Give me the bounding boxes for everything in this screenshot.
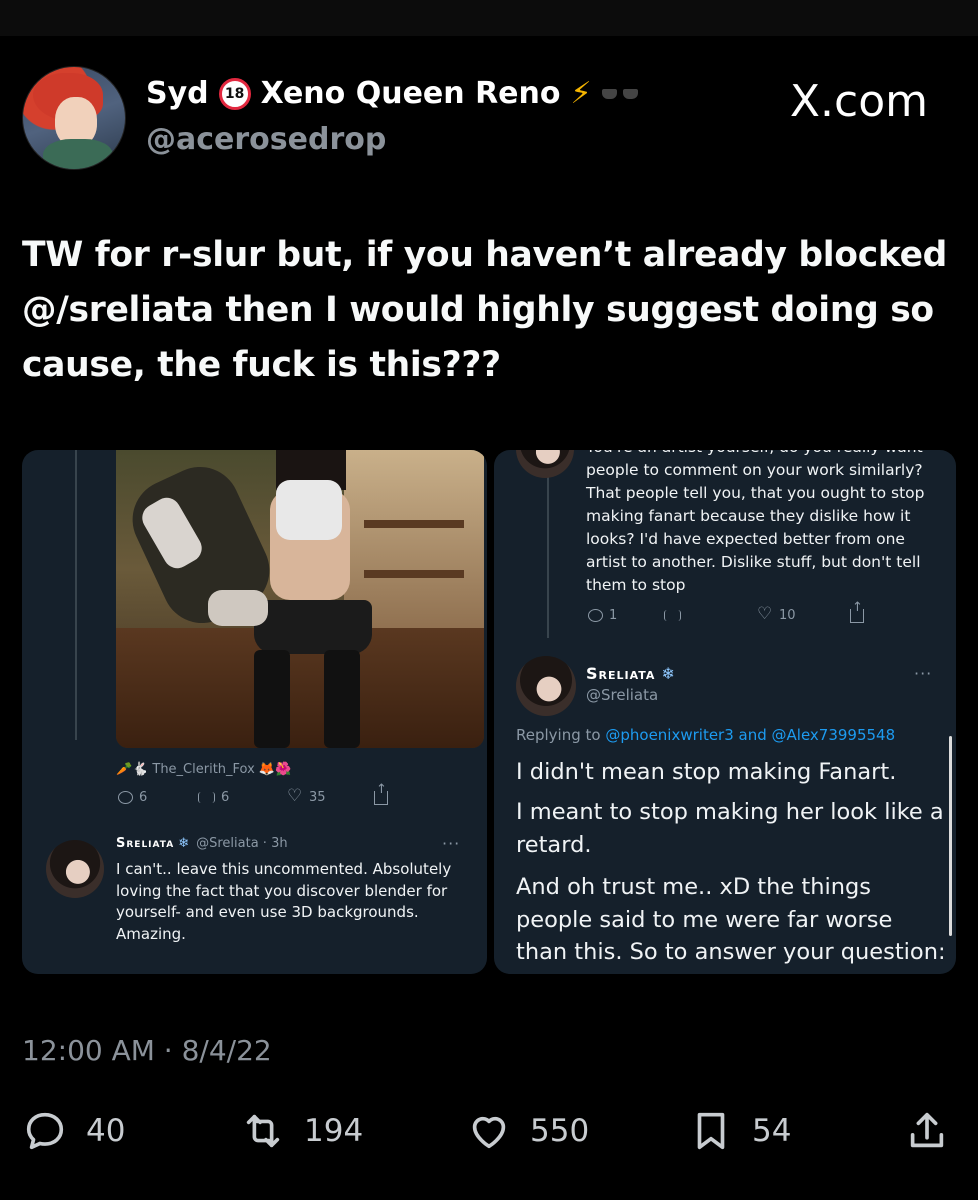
fox-flower-emoji: 🦊🌺 xyxy=(258,762,292,777)
tweet-timestamp[interactable]: 12:00 AM · 8/4/22 xyxy=(22,1034,272,1067)
reply-line-1: I didn't mean stop making Fanart. xyxy=(516,759,897,785)
sreliata-avatar[interactable] xyxy=(516,656,576,716)
retweet-action[interactable] xyxy=(664,610,758,621)
retweet-button[interactable]: 194 xyxy=(240,1108,363,1154)
retweet-action[interactable]: 6 xyxy=(198,790,288,805)
bookmark-button[interactable]: 54 xyxy=(688,1108,791,1154)
sreliata-avatar[interactable] xyxy=(46,840,104,898)
display-name-part-1: Syd xyxy=(146,76,209,111)
reply-count: 6 xyxy=(139,790,148,805)
right-tweet-actions: 1 10 xyxy=(588,600,864,624)
tweet-text: TW for r-slur but, if you haven’t alread… xyxy=(22,235,948,385)
reply-icon xyxy=(588,609,603,622)
retweet-icon xyxy=(198,792,215,803)
more-options-icon[interactable]: ··· xyxy=(914,664,932,683)
share-button[interactable] xyxy=(904,1108,950,1154)
heart-icon xyxy=(757,604,773,624)
status-bar xyxy=(0,0,978,36)
thread-line xyxy=(547,450,549,638)
reply-count: 40 xyxy=(86,1113,126,1149)
more-options-icon[interactable]: ··· xyxy=(442,834,460,853)
share-icon xyxy=(850,600,864,623)
previous-reply-avatar[interactable] xyxy=(516,450,574,478)
previous-reply-body: people to comment on your work similarly… xyxy=(586,461,925,594)
bookmark-icon xyxy=(697,1112,725,1150)
author-name-text: Sreliata xyxy=(586,664,656,683)
like-count: 35 xyxy=(309,790,326,805)
replying-users-link[interactable]: @phoenixwriter3 and @Alex73995548 xyxy=(605,726,895,744)
sreliata-name[interactable]: Sreliata ❄ xyxy=(586,664,676,683)
heart-icon xyxy=(472,1116,506,1149)
reply-line-2: I meant to stop making her look like a r… xyxy=(516,799,944,858)
share-action[interactable] xyxy=(374,782,388,805)
replying-to: Replying to @phoenixwriter3 and @Alex739… xyxy=(516,726,895,744)
tweet-header: Syd 18 Xeno Queen Reno ⚡ @acerosedrop X.… xyxy=(22,66,956,172)
scrollbar[interactable] xyxy=(949,736,952,936)
reply-author-name: Sreliata xyxy=(116,836,175,851)
reply-action[interactable]: 6 xyxy=(118,790,198,805)
reply-author[interactable]: Sreliata ❄ @Sreliata · 3h xyxy=(116,836,288,851)
heart-icon xyxy=(287,786,303,806)
image-credit: 🥕🐇 The_Clerith_Fox 🦊🌺 xyxy=(116,762,291,777)
sreliata-handle[interactable]: @Sreliata xyxy=(586,686,658,704)
previous-reply-cut-line: You're an artist yourself, do you really… xyxy=(586,450,946,459)
previous-reply-text: You're an artist yourself, do you really… xyxy=(586,450,946,597)
snowflake-icon: ❄ xyxy=(661,664,676,683)
reply-icon xyxy=(26,1112,64,1150)
author-display-name[interactable]: Syd 18 Xeno Queen Reno ⚡ xyxy=(146,76,638,111)
author-avatar[interactable] xyxy=(22,66,126,170)
reply-action[interactable]: 1 xyxy=(588,608,664,623)
retweet-count: 6 xyxy=(221,790,230,805)
like-action[interactable]: 10 xyxy=(757,604,850,624)
reply-count: 1 xyxy=(609,608,618,623)
snowflake-icon: ❄ xyxy=(178,836,191,851)
author-handle[interactable]: @acerosedrop xyxy=(146,122,386,157)
retweet-icon xyxy=(664,610,681,621)
reply-icon xyxy=(118,791,133,804)
share-icon xyxy=(910,1112,944,1148)
thread-line xyxy=(75,450,77,740)
reply-handle-time: @Sreliata · 3h xyxy=(196,836,288,851)
like-count: 10 xyxy=(779,608,796,623)
site-label: X.com xyxy=(789,76,928,127)
reply-body: I can't.. leave this uncommented. Absolu… xyxy=(116,860,452,943)
replying-prefix: Replying to xyxy=(516,726,601,744)
like-count: 550 xyxy=(530,1113,590,1149)
lightning-icon: ⚡ xyxy=(570,76,592,111)
share-icon xyxy=(374,782,388,805)
left-tweet-actions: 6 6 35 xyxy=(118,782,388,806)
reply-line-3: And oh trust me.. xD the things people s… xyxy=(516,874,946,974)
carrot-rabbit-emoji: 🥕🐇 xyxy=(116,762,149,777)
fanart-image[interactable] xyxy=(116,450,484,748)
display-name-part-2: Xeno Queen Reno xyxy=(260,76,561,111)
bookmark-count: 54 xyxy=(752,1113,792,1149)
share-action[interactable] xyxy=(850,600,864,623)
sunglasses-icon xyxy=(601,87,638,101)
retweet-icon xyxy=(246,1114,280,1148)
credit-name: The_Clerith_Fox xyxy=(152,762,255,777)
tweet-action-bar: 40 194 550 54 xyxy=(22,1108,956,1164)
embedded-screenshot-left[interactable]: 🥕🐇 The_Clerith_Fox 🦊🌺 6 6 35 Sreliata❄ @S… xyxy=(22,450,487,974)
like-button[interactable]: 550 xyxy=(466,1108,589,1154)
retweet-count: 194 xyxy=(304,1113,364,1149)
like-action[interactable]: 35 xyxy=(287,786,374,806)
no-under-18-icon: 18 xyxy=(218,77,251,110)
reply-button[interactable]: 40 xyxy=(22,1108,125,1154)
embedded-screenshot-right[interactable]: You're an artist yourself, do you really… xyxy=(494,450,956,974)
